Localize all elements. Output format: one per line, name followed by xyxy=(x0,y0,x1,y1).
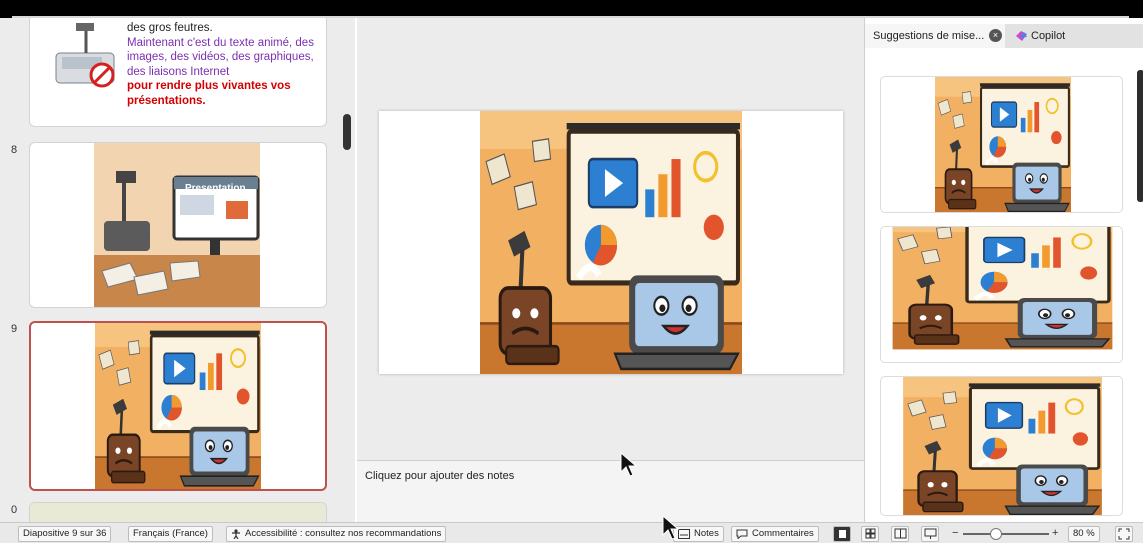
notes-label: Notes xyxy=(694,528,719,539)
comments-label: Commentaires xyxy=(752,528,814,539)
slide7-line: des gros feutres. xyxy=(127,22,213,34)
design-suggestion-1[interactable] xyxy=(880,76,1123,213)
slide7-purple-text: Maintenant c'est du texte animé, des ima… xyxy=(127,36,314,78)
slide7-red-text: pour rendre plus vivantes vos présentati… xyxy=(127,80,291,107)
comments-icon xyxy=(736,529,748,539)
slide-thumbnail-10[interactable] xyxy=(29,502,327,522)
slide-illustration[interactable] xyxy=(480,111,742,374)
zoom-slider-handle[interactable] xyxy=(990,528,1002,540)
zoom-level[interactable]: 80 % xyxy=(1068,526,1100,542)
slide-thumbnail-7[interactable]: des gros feutres. Maintenant c'est du te… xyxy=(29,18,327,127)
zoom-in-button[interactable]: + xyxy=(1052,527,1058,539)
slide-thumbnail-8[interactable]: Presentation xyxy=(29,142,327,308)
reading-view-icon[interactable] xyxy=(891,526,909,542)
accessibility-icon xyxy=(232,529,240,539)
design-suggestion-2[interactable] xyxy=(880,226,1123,363)
slideshow-icon[interactable] xyxy=(921,526,939,542)
design-suggestion-3[interactable] xyxy=(880,376,1123,516)
zoom-slider[interactable] xyxy=(963,533,1049,535)
slide-number-8: 8 xyxy=(11,144,18,156)
designer-pane: Suggestions de mise... × Copilot xyxy=(864,18,1143,522)
slide7-text: des gros feutres. Maintenant c'est du te… xyxy=(127,21,323,108)
pane-tabs: Suggestions de mise... × Copilot xyxy=(865,24,1143,48)
powerpoint-window: des gros feutres. Maintenant c'est du te… xyxy=(0,0,1143,543)
mouse-cursor xyxy=(620,452,638,477)
slide-number-10: 0 xyxy=(11,504,18,516)
accessibility-button[interactable]: Accessibilité : consultez nos recommanda… xyxy=(226,526,447,542)
current-slide[interactable] xyxy=(379,111,843,374)
thumbnail-scrollbar[interactable] xyxy=(343,114,351,150)
notes-button[interactable]: Notes xyxy=(673,526,724,542)
slide9-illustration xyxy=(95,323,261,489)
presentation-illustration xyxy=(94,143,260,308)
notes-placeholder[interactable]: Cliquez pour ajouter des notes xyxy=(365,470,514,482)
slide8-title: Presentation xyxy=(185,183,246,194)
slide-thumbnail-panel[interactable]: des gros feutres. Maintenant c'est du te… xyxy=(0,18,355,522)
close-icon[interactable]: × xyxy=(989,29,1002,42)
normal-view-icon[interactable] xyxy=(833,526,851,542)
pane-scrollbar[interactable] xyxy=(1137,70,1143,202)
comments-button[interactable]: Commentaires xyxy=(731,526,819,542)
status-bar: Diapositive 9 sur 36 Français (France) A… xyxy=(0,522,1143,543)
mouse-cursor-secondary xyxy=(662,515,680,540)
fit-to-window-icon[interactable] xyxy=(1115,526,1133,542)
slide-thumbnail-9-selected[interactable] xyxy=(29,321,327,491)
slide-number-9: 9 xyxy=(11,323,18,335)
overhead-projector-icon xyxy=(55,23,115,88)
tab-suggestions-label: Suggestions de mise... xyxy=(873,30,985,42)
tab-suggestions[interactable]: Suggestions de mise... × xyxy=(865,24,1005,48)
accessibility-label: Accessibilité : consultez nos recommanda… xyxy=(245,528,442,539)
slide-counter[interactable]: Diapositive 9 sur 36 xyxy=(18,526,112,542)
top-bar xyxy=(0,0,1143,18)
copilot-icon xyxy=(1016,31,1027,41)
language-button[interactable]: Français (France) xyxy=(128,526,213,542)
tab-copilot[interactable]: Copilot xyxy=(1031,30,1065,42)
zoom-out-button[interactable]: − xyxy=(952,527,958,539)
slide-sorter-icon[interactable] xyxy=(861,526,879,542)
notes-pane[interactable]: Cliquez pour ajouter des notes xyxy=(357,460,864,522)
